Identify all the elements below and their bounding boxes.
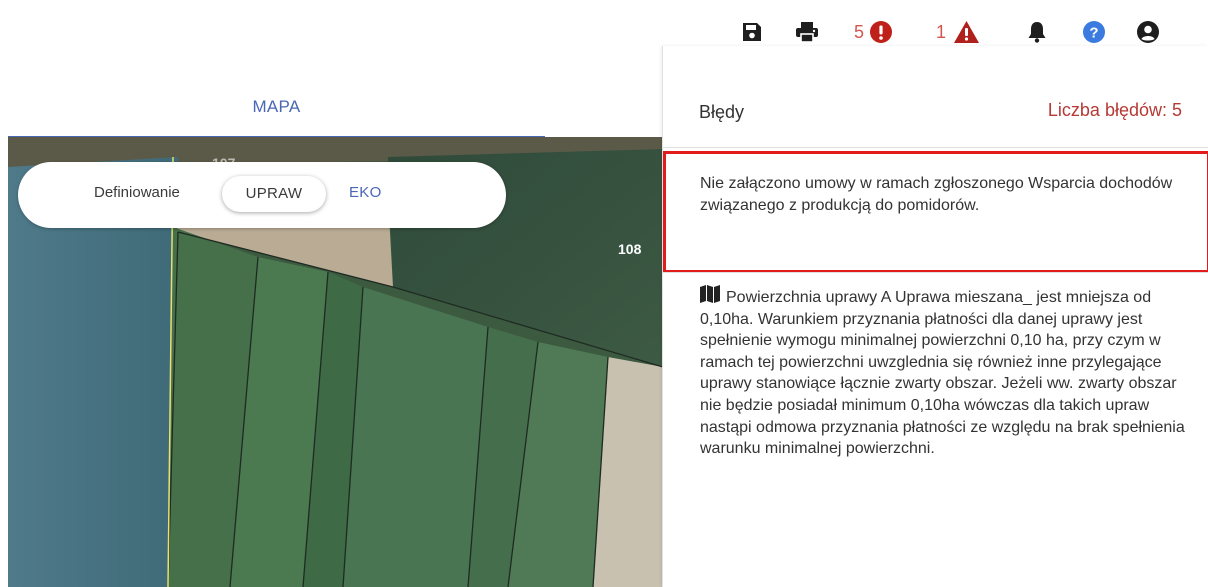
definition-label: Definiowanie xyxy=(94,184,180,201)
errors-panel-title: Błędy xyxy=(699,102,745,122)
errors-button[interactable]: 5 xyxy=(854,14,893,50)
definition-switch: Definiowanie UPRAW EKO xyxy=(18,162,506,228)
errors-panel: Błędy Liczba błędów: 5 Nie załączono umo… xyxy=(662,46,1208,587)
errors-panel-header: Błędy Liczba błędów: 5 xyxy=(663,46,1208,148)
bell-icon xyxy=(1028,22,1046,43)
user-icon xyxy=(1137,21,1159,43)
error-item-text: Nie załączono umowy w ramach zgłoszonego… xyxy=(700,175,1173,214)
map-icon[interactable] xyxy=(700,284,720,304)
print-icon xyxy=(796,22,818,42)
warnings-count: 1 xyxy=(936,21,947,42)
error-item[interactable]: Nie załączono umowy w ramach zgłoszonego… xyxy=(663,151,1208,273)
save-button[interactable] xyxy=(740,14,764,50)
eko-button[interactable]: EKO xyxy=(349,184,382,201)
top-toolbar: 5 1 ? xyxy=(740,14,1190,50)
save-icon xyxy=(743,23,761,41)
help-button[interactable]: ? xyxy=(1082,14,1106,50)
warning-triangle-icon xyxy=(954,21,980,43)
errors-count: 5 xyxy=(854,21,865,42)
help-icon: ? xyxy=(1083,21,1105,43)
upraw-button[interactable]: UPRAW xyxy=(222,176,326,212)
errors-count-label: Liczba błędów: 5 xyxy=(1047,100,1182,120)
svg-text:?: ? xyxy=(1089,25,1098,42)
print-button[interactable] xyxy=(794,14,820,50)
map-view[interactable]: 107 108 Definiowanie UPRAW EKO xyxy=(8,137,663,587)
tab-mapa[interactable]: MAPA xyxy=(8,92,545,138)
error-item-text: Powierzchnia uprawy A Uprawa mieszana_ j… xyxy=(700,289,1185,458)
divider xyxy=(663,272,1208,273)
parcel-label-108: 108 xyxy=(618,241,642,257)
warnings-button[interactable]: 1 xyxy=(936,14,980,50)
notifications-button[interactable] xyxy=(1026,14,1048,50)
user-button[interactable] xyxy=(1136,14,1160,50)
error-item[interactable]: Powierzchnia uprawy A Uprawa mieszana_ j… xyxy=(700,284,1190,460)
error-circle-icon xyxy=(870,21,893,43)
